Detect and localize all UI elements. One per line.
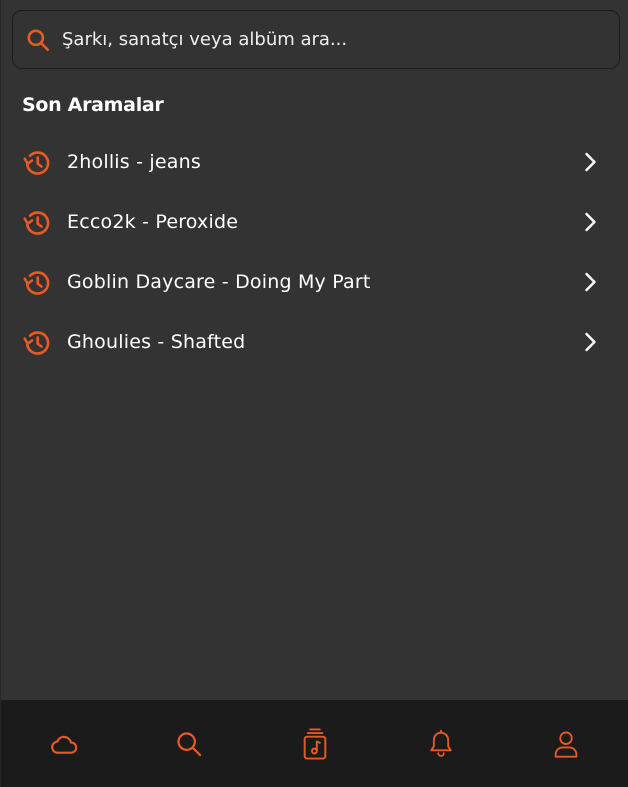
history-icon xyxy=(22,148,52,178)
search-input[interactable] xyxy=(62,29,582,50)
history-icon xyxy=(22,208,52,238)
history-icon xyxy=(22,328,52,358)
app-root: Son Aramalar 2hollis - jeans xyxy=(0,0,628,787)
chevron-right-icon[interactable] xyxy=(578,270,602,294)
recent-search-item[interactable]: Ghoulies - Shafted xyxy=(1,312,628,372)
search-bar[interactable] xyxy=(12,10,620,69)
nav-cloud-button[interactable] xyxy=(1,700,127,787)
recent-searches-title: Son Aramalar xyxy=(22,94,164,116)
music-library-icon xyxy=(300,727,330,761)
cloud-icon xyxy=(48,728,80,760)
search-icon xyxy=(175,730,203,758)
recent-search-item[interactable]: 2hollis - jeans xyxy=(1,132,628,192)
history-icon xyxy=(22,268,52,298)
chevron-right-icon[interactable] xyxy=(578,330,602,354)
bottom-navigation xyxy=(1,700,628,787)
nav-search-button[interactable] xyxy=(127,700,253,787)
recent-searches-list: 2hollis - jeans Ecco2k - Peroxide Goblin… xyxy=(1,132,628,372)
recent-search-label: Ecco2k - Peroxide xyxy=(67,211,239,233)
user-icon xyxy=(552,729,580,759)
bell-icon xyxy=(427,729,455,759)
nav-notifications-button[interactable] xyxy=(378,700,504,787)
nav-library-button[interactable] xyxy=(252,700,378,787)
chevron-right-icon[interactable] xyxy=(578,210,602,234)
recent-search-label: Ghoulies - Shafted xyxy=(67,331,246,353)
chevron-right-icon[interactable] xyxy=(578,150,602,174)
recent-search-item[interactable]: Goblin Daycare - Doing My Part xyxy=(1,252,628,312)
recent-search-label: Goblin Daycare - Doing My Part xyxy=(67,271,371,293)
recent-search-label: 2hollis - jeans xyxy=(67,151,201,173)
recent-search-item[interactable]: Ecco2k - Peroxide xyxy=(1,192,628,252)
nav-profile-button[interactable] xyxy=(503,700,628,787)
search-icon xyxy=(24,26,52,54)
